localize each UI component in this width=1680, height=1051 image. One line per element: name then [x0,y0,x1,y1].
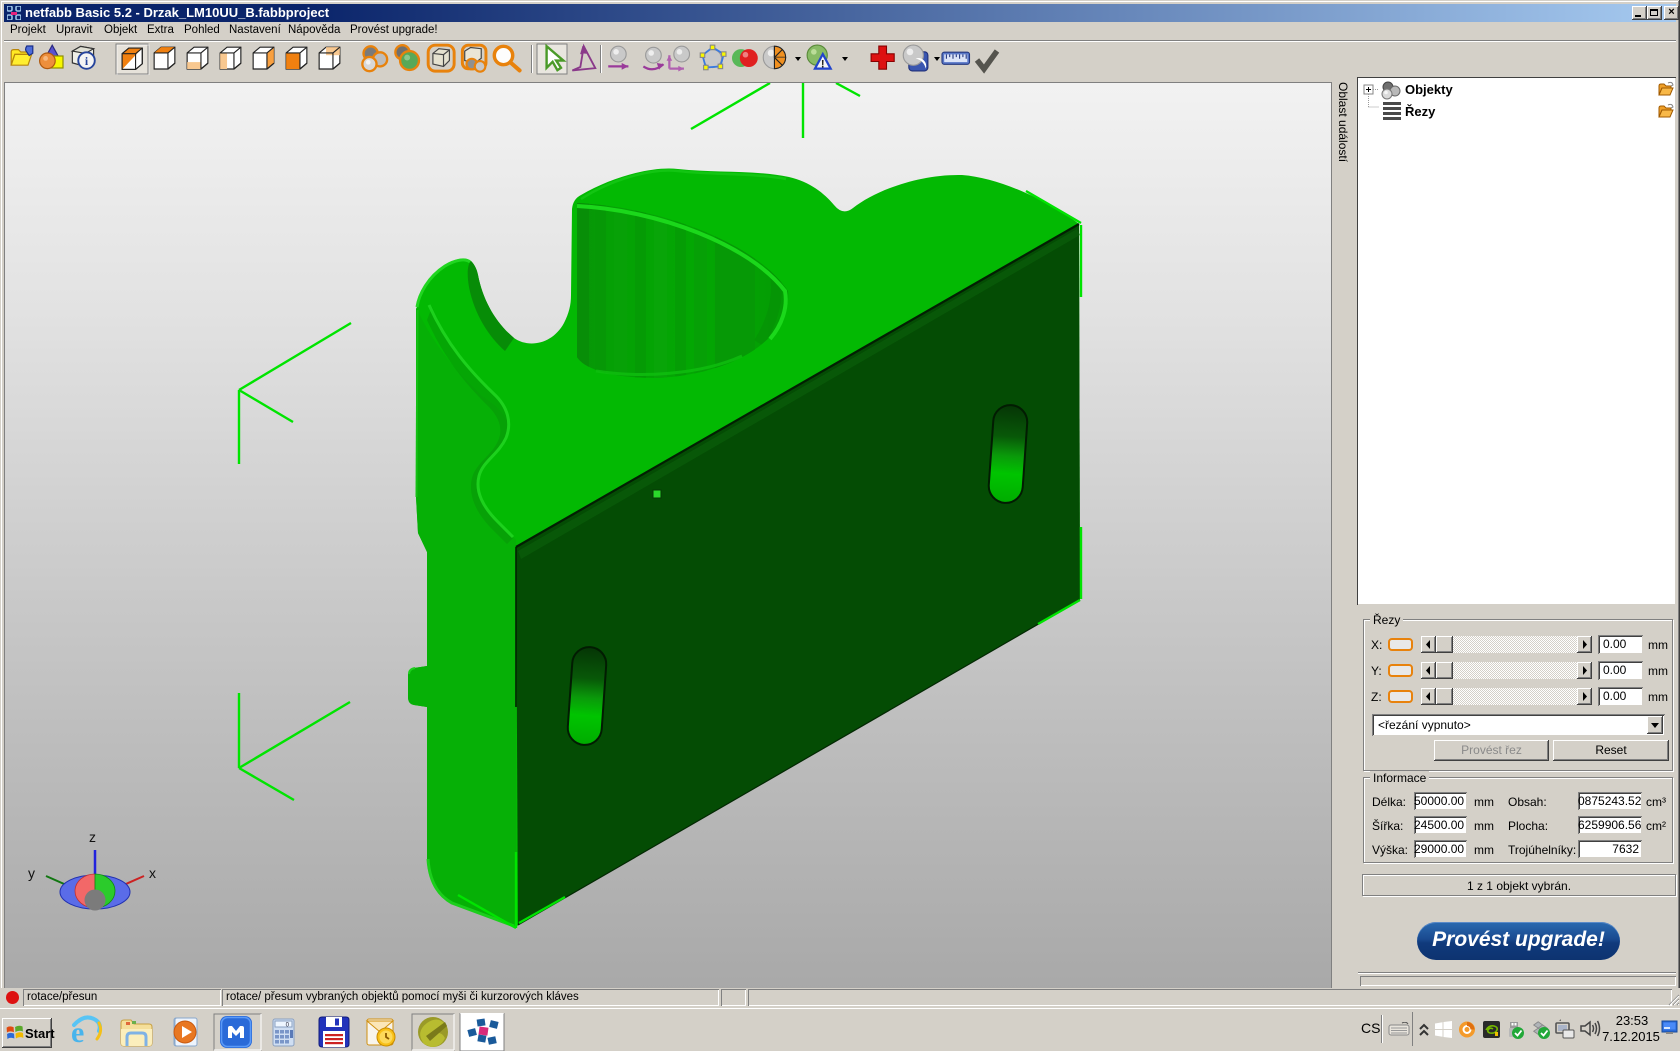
svg-text:!: ! [821,59,825,71]
svg-text:y: y [28,865,35,881]
svg-text:Objekty: Objekty [1405,82,1453,97]
svg-text:Řezy: Řezy [1405,104,1436,119]
svg-text:z: z [89,829,96,845]
svg-text:x: x [149,865,156,881]
